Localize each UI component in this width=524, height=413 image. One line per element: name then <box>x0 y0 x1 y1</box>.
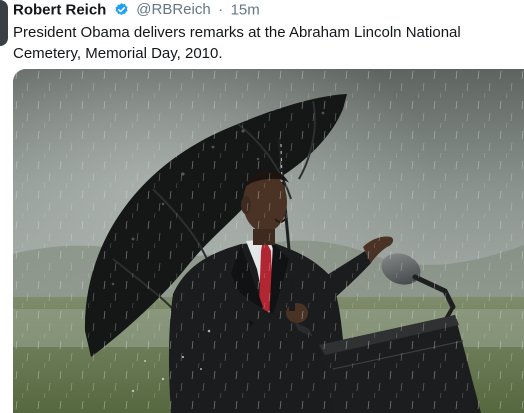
avatar[interactable] <box>0 0 8 46</box>
author-name[interactable]: Robert Reich <box>13 1 106 18</box>
tweet-text: President Obama delivers remarks at the … <box>13 24 461 62</box>
separator-dot: · <box>218 1 224 19</box>
verified-badge-icon <box>114 2 129 17</box>
timestamp[interactable]: 15m <box>231 1 260 18</box>
tweet-photo[interactable] <box>13 69 524 413</box>
photo-illustration <box>13 69 524 413</box>
tweet-header: Robert Reich @RBReich · 15m <box>13 1 524 21</box>
author-handle[interactable]: @RBReich <box>136 1 210 18</box>
